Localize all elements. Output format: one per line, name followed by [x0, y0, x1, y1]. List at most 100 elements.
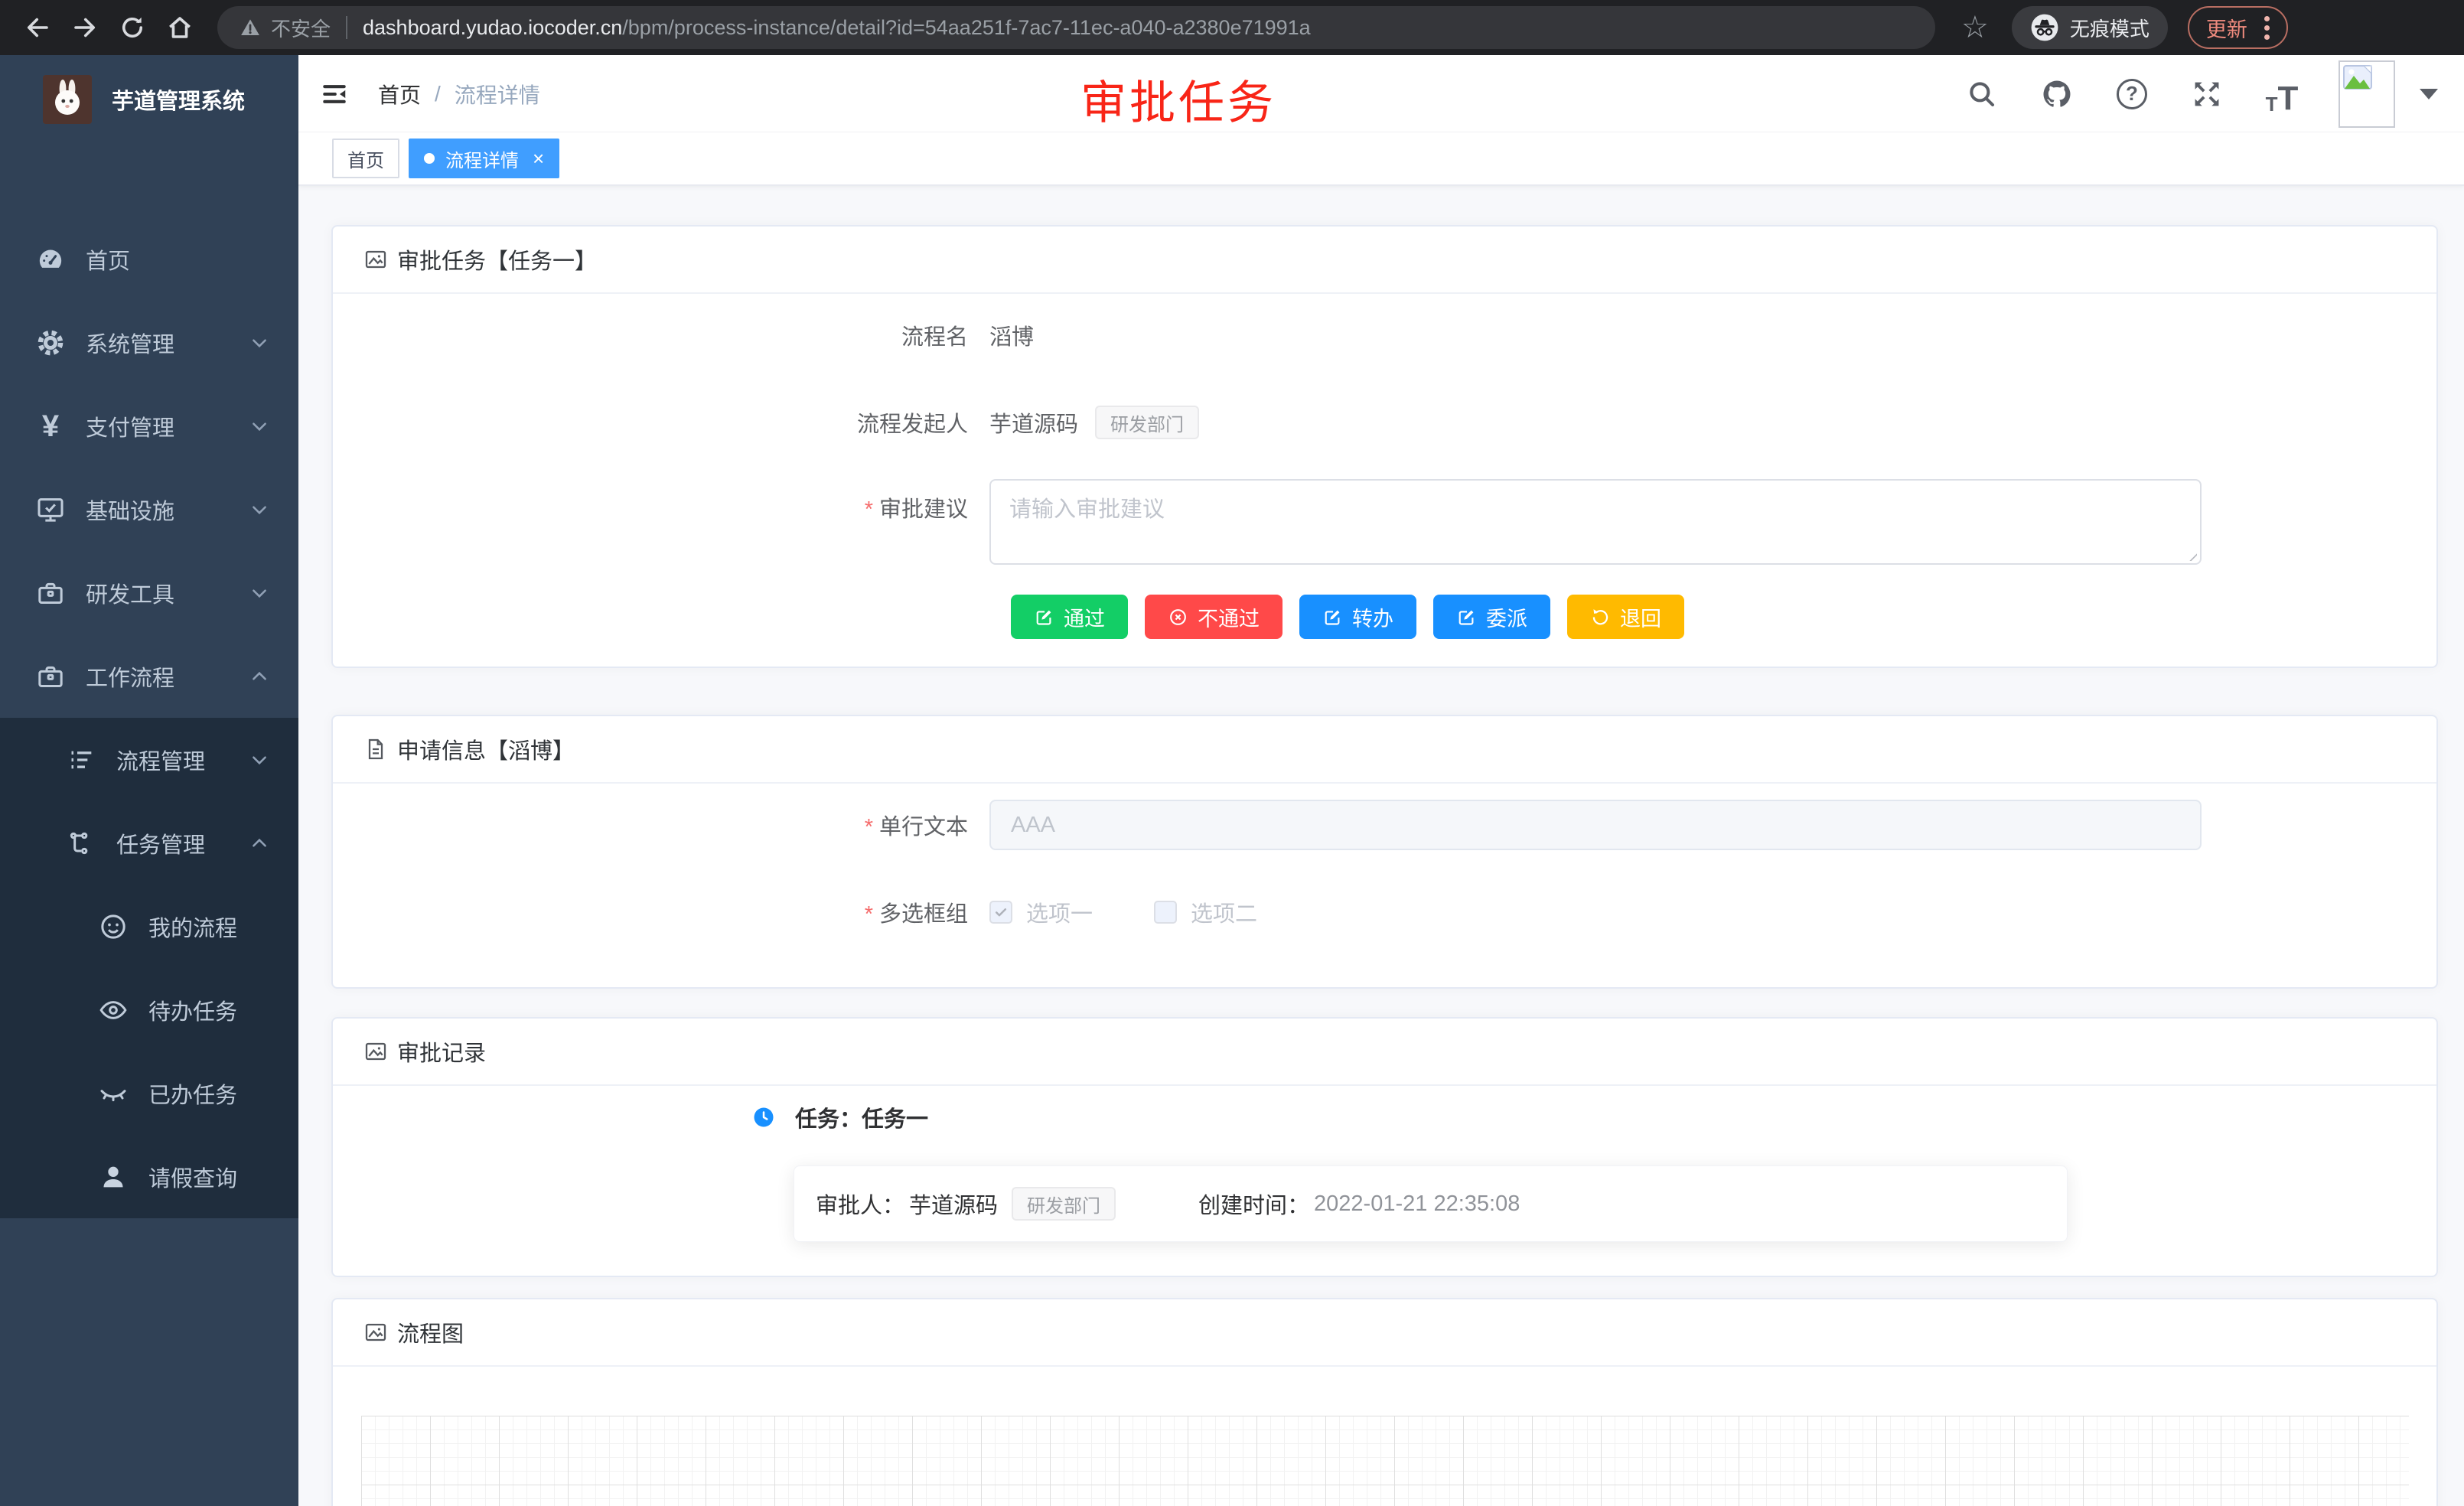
sidebar-item-leave-query[interactable]: 请假查询 [0, 1135, 298, 1218]
sidebar-item-home[interactable]: 首页 [0, 217, 298, 301]
breadcrumb-current: 流程详情 [455, 79, 540, 109]
field-value: 芋道源码 研发部门 [989, 406, 1199, 439]
font-size-icon[interactable]: TT [2264, 76, 2300, 112]
sidebar-item-devtools[interactable]: 研发工具 [0, 551, 298, 634]
sidebar-item-infra[interactable]: 基础设施 [0, 468, 298, 551]
breadcrumb: 首页 / 流程详情 [378, 55, 540, 132]
user-icon [96, 1160, 130, 1194]
face-icon [96, 910, 130, 944]
sidebar-item-system[interactable]: 系统管理 [0, 301, 298, 384]
app-logo[interactable]: 芋道管理系统 [0, 55, 298, 144]
browser-update-button[interactable]: 更新 [2188, 6, 2288, 49]
comment-textarea-wrap [989, 479, 2202, 569]
sidebar-item-label: 待办任务 [148, 994, 237, 1026]
sidebar-item-label: 系统管理 [86, 327, 174, 359]
clock-icon [752, 1106, 775, 1129]
edit-icon [1034, 607, 1054, 628]
return-button[interactable]: 退回 [1567, 595, 1684, 639]
avatar[interactable] [2339, 60, 2395, 128]
close-icon[interactable]: × [533, 148, 544, 168]
incognito-label: 无痕模式 [2070, 14, 2149, 42]
hamburger-icon[interactable] [317, 77, 352, 112]
sidebar-item-todo-tasks[interactable]: 待办任务 [0, 968, 298, 1051]
reload-icon[interactable] [115, 10, 150, 45]
breadcrumb-home[interactable]: 首页 [378, 79, 421, 109]
chevron-up-icon [249, 833, 269, 853]
broken-image-icon [2343, 65, 2372, 90]
sidebar-item-done-tasks[interactable]: 已办任务 [0, 1051, 298, 1135]
card-title: 申请信息【滔博】 [397, 733, 575, 765]
checkbox-option1 [989, 901, 1012, 924]
card-body: 单行文本 AAA 多选框组 选项一 选项二 [333, 784, 2436, 943]
card-header: 申请信息【滔博】 [333, 716, 2436, 784]
button-label: 通过 [1064, 602, 1105, 632]
monitor-icon [34, 493, 67, 526]
eye-closed-icon [96, 1077, 130, 1110]
tags-view-bar: 首页 流程详情 × [298, 132, 2464, 186]
tab-process-detail[interactable]: 流程详情 × [409, 139, 559, 178]
card-body: 流程名 滔博 流程发起人 芋道源码 研发部门 审批建议 [333, 294, 2436, 639]
bookmark-star-icon[interactable]: ☆ [1961, 10, 1989, 45]
create-time-label: 创建时间： [1198, 1188, 1309, 1220]
sidebar-menu: 首页 系统管理 ¥ 支付管理 基础设施 研发工具 [0, 144, 298, 1218]
search-icon[interactable] [1964, 76, 2000, 112]
chevron-down-icon [249, 500, 269, 520]
delegate-button[interactable]: 委派 [1433, 595, 1550, 639]
picture-icon [363, 1039, 388, 1064]
url-domain: dashboard.yudao.iocoder.cn [363, 16, 622, 39]
sidebar-item-label: 研发工具 [86, 577, 174, 609]
address-bar[interactable]: 不安全 dashboard.yudao.iocoder.cn/bpm/proce… [217, 6, 1935, 49]
sidebar-item-label: 我的流程 [148, 911, 237, 943]
github-icon[interactable] [2039, 76, 2075, 112]
bpmn-diagram-canvas[interactable] [361, 1416, 2409, 1506]
button-label: 退回 [1620, 602, 1661, 632]
sidebar-item-label: 基础设施 [86, 494, 174, 526]
card-title: 审批任务【任务一】 [397, 243, 597, 275]
sidebar-item-payment[interactable]: ¥ 支付管理 [0, 384, 298, 468]
chevron-up-icon [249, 667, 269, 686]
approver-label: 审批人： [816, 1188, 904, 1220]
button-label: 委派 [1486, 602, 1527, 632]
field-label: 多选框组 [333, 896, 989, 928]
app-title: 芋道管理系统 [112, 83, 245, 116]
sidebar: 芋道管理系统 首页 系统管理 ¥ 支付管理 基础设施 [0, 55, 298, 1506]
transfer-button[interactable]: 转办 [1299, 595, 1416, 639]
field-label: 单行文本 [333, 809, 989, 841]
logo-image [43, 75, 92, 124]
check-icon [993, 905, 1009, 920]
card-header: 审批任务【任务一】 [333, 227, 2436, 294]
warning-icon [239, 16, 262, 39]
sidebar-item-task-mgmt[interactable]: 任务管理 [0, 801, 298, 885]
reject-button[interactable]: 不通过 [1145, 595, 1283, 639]
field-label: 审批建议 [333, 479, 989, 523]
single-line-input: AAA [989, 800, 2202, 850]
comment-textarea[interactable] [989, 479, 2202, 565]
help-icon[interactable]: ? [2114, 76, 2150, 112]
approve-button[interactable]: 通过 [1011, 595, 1128, 639]
card-header: 流程图 [333, 1299, 2436, 1367]
gear-icon [34, 326, 67, 360]
task-title: 任务：任务一 [795, 1101, 928, 1133]
back-icon[interactable] [20, 10, 55, 45]
create-time-value: 2022-01-21 22:35:08 [1314, 1191, 1520, 1217]
sidebar-item-my-process[interactable]: 我的流程 [0, 885, 298, 968]
browser-menu-icon[interactable] [2264, 16, 2270, 40]
tab-home[interactable]: 首页 [332, 139, 399, 178]
security-indicator[interactable]: 不安全 [239, 14, 331, 42]
dept-tag: 研发部门 [1095, 406, 1199, 439]
forward-icon[interactable] [67, 10, 103, 45]
checkbox-group: 选项一 选项二 [989, 896, 1257, 928]
field-label: 流程发起人 [333, 406, 989, 438]
sidebar-item-process-mgmt[interactable]: 流程管理 [0, 718, 298, 801]
avatar-caret-icon[interactable] [2420, 89, 2438, 99]
approval-record-card: 审批记录 任务：任务一 审批人： 芋道源码 研发部门 创建时间： 2022-01… [331, 1017, 2438, 1277]
sidebar-item-label: 已办任务 [148, 1077, 237, 1110]
button-label: 转办 [1352, 602, 1393, 632]
fullscreen-icon[interactable] [2189, 76, 2225, 112]
sidebar-item-workflow[interactable]: 工作流程 [0, 634, 298, 718]
document-icon [363, 737, 388, 761]
home-icon[interactable] [162, 10, 197, 45]
red-annotation-title: 审批任务 [1080, 66, 1276, 132]
sidebar-item-label: 请假查询 [148, 1161, 237, 1193]
action-buttons: 通过 不通过 转办 委派 [1011, 595, 2436, 639]
